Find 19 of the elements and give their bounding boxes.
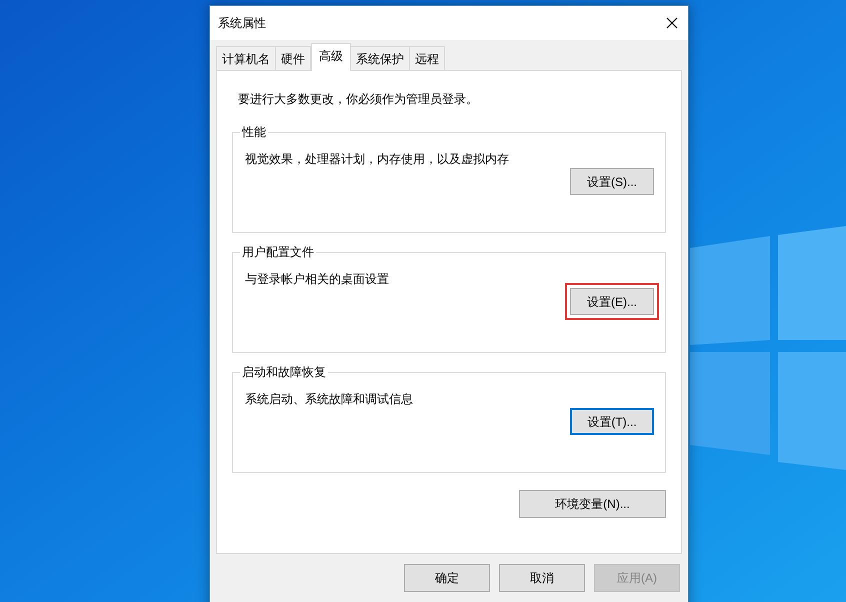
admin-notice: 要进行大多数更改，你必须作为管理员登录。 [238,91,479,108]
window-title: 系统属性 [218,15,266,32]
group-title: 用户配置文件 [241,244,315,261]
group-title: 启动和故障恢复 [241,364,327,381]
dialog-button[interactable]: 确定 [404,564,490,592]
tab[interactable]: 硬件 [275,46,311,70]
group-description: 视觉效果，处理器计划，内存使用，以及虚拟内存 [245,151,510,168]
tab[interactable]: 高级 [311,43,351,71]
tab[interactable]: 远程 [409,46,445,70]
tab[interactable]: 计算机名 [216,46,276,70]
settings-button[interactable]: 设置(E)... [570,288,654,315]
group-description: 系统启动、系统故障和调试信息 [245,391,414,408]
close-icon[interactable] [666,17,678,29]
group-title: 性能 [240,124,267,141]
settings-button[interactable]: 设置(S)... [570,168,654,195]
dialog-button[interactable]: 取消 [499,564,585,592]
environment-variables-button[interactable]: 环境变量(N)... [519,490,666,518]
group-description: 与登录帐户相关的桌面设置 [245,271,390,288]
settings-button[interactable]: 设置(T)... [570,408,654,435]
